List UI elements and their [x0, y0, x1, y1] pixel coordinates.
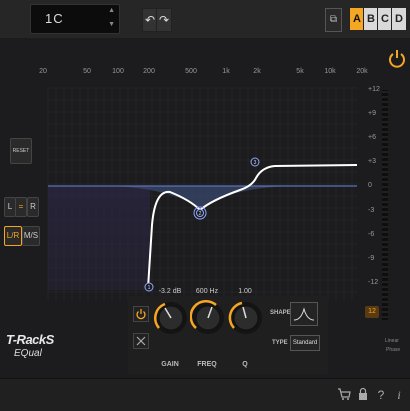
db-tick-label: -6 [368, 231, 375, 238]
freq-value: 600 Hz [195, 288, 219, 295]
db-tick-label: +9 [368, 110, 376, 117]
lr-mode-button[interactable]: L/R [4, 226, 22, 246]
close-icon [136, 336, 146, 346]
ms-mode-button[interactable]: M/S [22, 226, 40, 246]
type-label: TYPE [272, 340, 288, 346]
cart-icon[interactable] [337, 387, 351, 401]
linear-label: Linear [385, 338, 399, 344]
info-icon[interactable]: i [395, 387, 403, 401]
low-cut-region [48, 186, 150, 290]
eq-curve [147, 164, 358, 289]
range-badge[interactable]: 12 [365, 306, 379, 318]
shape-label: SHAPE [270, 310, 291, 316]
db-tick-label: +12 [368, 86, 380, 93]
band-power-button[interactable] [133, 306, 149, 322]
freq-label: FREQ [197, 361, 217, 368]
phase-label: Phase [386, 347, 401, 353]
band-node-2-label: 2 [199, 211, 202, 217]
db-tick-label: -3 [368, 207, 375, 214]
type-selector[interactable]: Standard [290, 335, 320, 351]
svg-text:?: ? [378, 388, 385, 401]
brand-name: T-RackS [6, 332, 54, 347]
bottom-bar: ? i [0, 378, 410, 411]
brand-product: EQual [14, 348, 42, 359]
link-channels-button[interactable]: = [15, 197, 27, 217]
brand-logo: T-RackS EQual [0, 330, 66, 378]
db-tick-label: -12 [368, 279, 379, 286]
q-value: 1.00 [238, 288, 252, 295]
gain-label: GAIN [161, 361, 179, 368]
bell-shape-icon [293, 307, 315, 321]
freq-knob[interactable] [189, 298, 226, 358]
band-node-3-label: 3 [254, 160, 257, 166]
gain-value: -3.2 dB [158, 288, 182, 295]
q-knob[interactable] [228, 298, 264, 358]
shape-selector[interactable] [290, 302, 318, 326]
band-node-1[interactable]: 1 [144, 282, 154, 292]
svg-text:i: i [397, 388, 400, 401]
gain-knob[interactable] [153, 298, 189, 358]
right-channel-button[interactable]: R [27, 197, 39, 217]
band-power-icon [136, 309, 146, 320]
reset-button[interactable]: RESET [10, 138, 32, 164]
band-delete-button[interactable] [133, 333, 149, 349]
db-tick-label: 0 [368, 182, 372, 189]
q-label: Q [242, 361, 248, 368]
band-node-3[interactable]: 3 [250, 157, 260, 167]
db-tick-label: +3 [368, 158, 376, 165]
lock-icon[interactable] [357, 387, 369, 401]
band-node-1-label: 1 [148, 285, 151, 291]
help-icon[interactable]: ? [376, 387, 386, 401]
db-tick-label: +6 [368, 134, 376, 141]
db-tick-label: -9 [368, 255, 375, 262]
